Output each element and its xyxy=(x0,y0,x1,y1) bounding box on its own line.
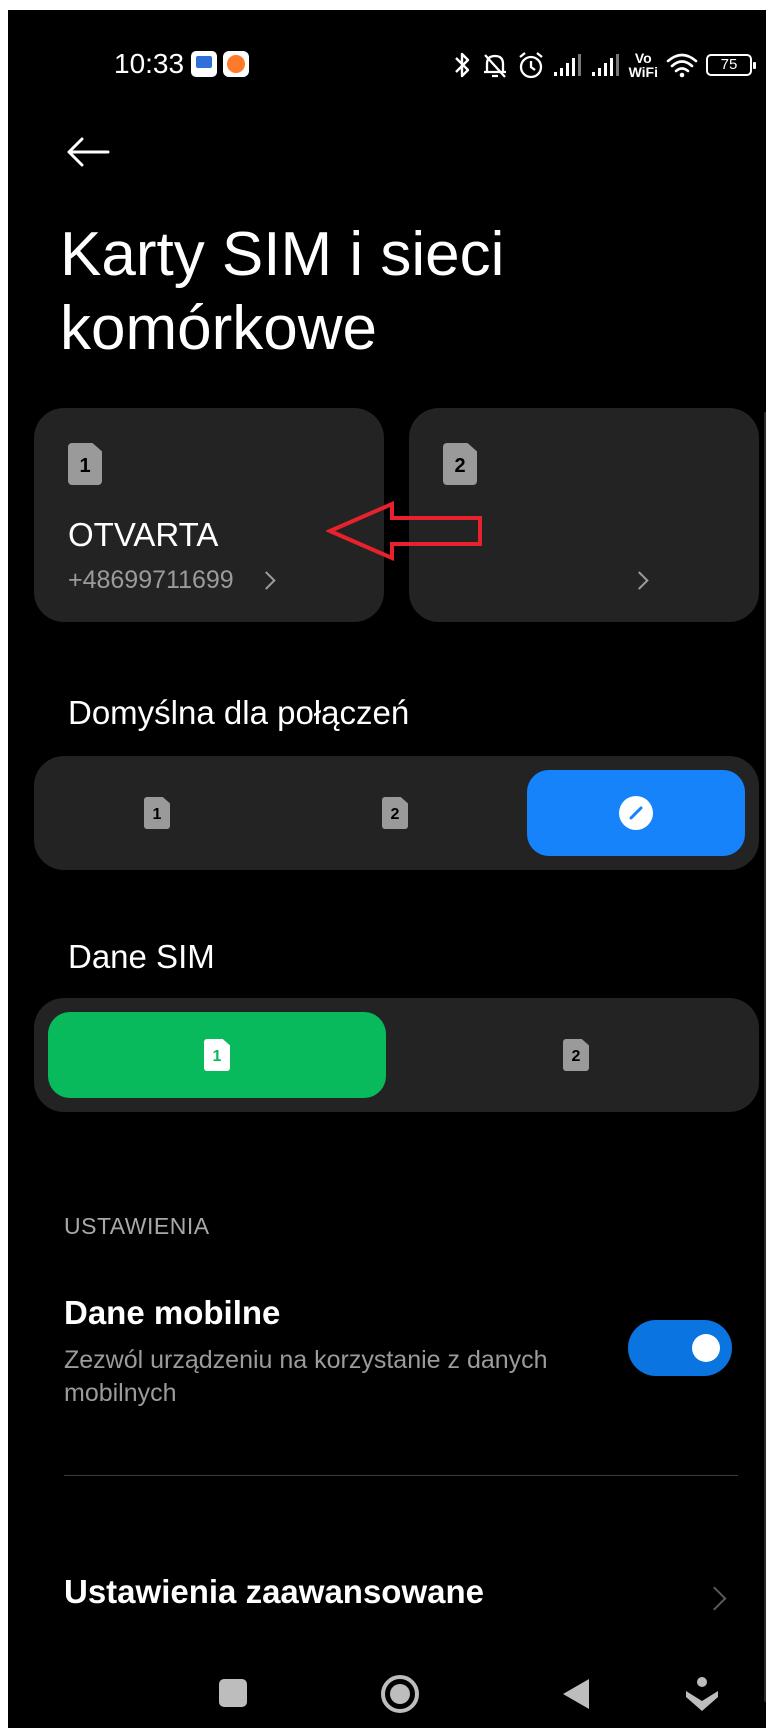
mobile-data-toggle[interactable] xyxy=(628,1320,732,1376)
triangle-back-icon xyxy=(563,1679,589,1709)
sim-data-label: Dane SIM xyxy=(68,938,215,975)
calls-option-sim-2[interactable]: 2 xyxy=(286,770,504,856)
notification-app-icon-orange xyxy=(223,51,249,77)
calls-default-label: Domyślna dla połączeń xyxy=(68,694,410,731)
data-option-sim-1[interactable]: 1 xyxy=(48,1012,386,1098)
mobile-data-row[interactable]: Dane mobilne Zezwól urządzeniu na korzys… xyxy=(8,1286,766,1426)
chevron-right-icon xyxy=(257,571,276,590)
bell-off-icon xyxy=(481,50,509,80)
divider xyxy=(64,1475,738,1476)
vowifi-label-bottom: WiFi xyxy=(628,64,658,80)
wifi-icon xyxy=(666,52,698,78)
advanced-settings-label: Ustawienia zaawansowane xyxy=(64,1573,484,1610)
chevron-right-icon xyxy=(630,571,649,590)
status-time: 10:33 xyxy=(114,48,185,79)
mobile-data-description: Zezwól urządzeniu na korzystanie z danyc… xyxy=(64,1346,548,1407)
annotation-arrow-icon xyxy=(326,500,482,562)
square-icon xyxy=(219,1679,247,1707)
notification-app-icon xyxy=(191,51,217,77)
sim-2-icon: 2 xyxy=(563,1039,589,1071)
battery-icon: 75 xyxy=(706,54,756,76)
alarm-icon xyxy=(517,50,545,80)
calls-default-selector: 1 2 xyxy=(34,756,759,870)
data-option-sim-2[interactable]: 2 xyxy=(407,1012,745,1098)
phone-screen: 10:33 Vo WiFi 75 Karty SIM i sieci komór… xyxy=(8,10,766,1728)
home-circle-icon xyxy=(381,1675,419,1713)
vowifi-label-top: Vo xyxy=(634,50,652,66)
sim-1-name: OTVARTA xyxy=(68,516,219,553)
back-button[interactable] xyxy=(60,124,116,180)
page-title: Karty SIM i sieci komórkowe xyxy=(60,220,505,363)
nav-back-button[interactable] xyxy=(548,1666,604,1722)
calls-option-sim-1[interactable]: 1 xyxy=(48,770,266,856)
signal-2-icon xyxy=(591,53,621,77)
navigation-bar xyxy=(8,1660,766,1728)
sim-data-selector: 1 2 xyxy=(34,998,759,1112)
scrollbar[interactable] xyxy=(764,412,766,1702)
assistant-icon xyxy=(686,1677,718,1711)
sim-1-icon: 1 xyxy=(204,1039,230,1071)
sim-1-number: +48699711699 xyxy=(68,566,234,594)
sim-2-icon: 2 xyxy=(443,443,477,485)
assistant-button[interactable] xyxy=(674,1666,730,1722)
chevron-right-icon xyxy=(702,1586,727,1611)
arrow-left-icon xyxy=(67,137,110,167)
settings-section-header: USTAWIENIA xyxy=(64,1213,210,1239)
signal-1-icon xyxy=(553,53,583,77)
bluetooth-icon xyxy=(453,50,473,80)
advanced-settings-row[interactable]: Ustawienia zaawansowane xyxy=(8,1555,766,1635)
home-button[interactable] xyxy=(372,1666,428,1722)
sim-1-icon: 1 xyxy=(68,443,102,485)
sim-2-icon: 2 xyxy=(382,797,408,829)
mobile-data-title: Dane mobilne xyxy=(64,1294,281,1331)
sim-1-icon: 1 xyxy=(144,797,170,829)
recents-button[interactable] xyxy=(208,1668,258,1718)
vowifi-icon: Vo WiFi xyxy=(629,51,658,79)
toggle-knob xyxy=(692,1334,720,1362)
calls-option-ask-every-time[interactable] xyxy=(527,770,745,856)
status-icons: Vo WiFi 75 xyxy=(453,48,756,82)
ask-every-time-icon xyxy=(619,796,653,830)
